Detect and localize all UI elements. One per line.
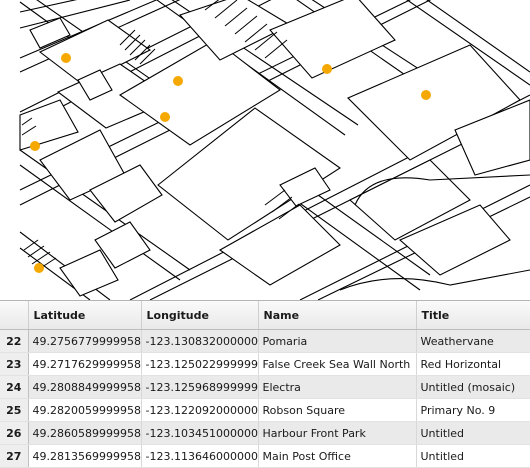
map-point[interactable]: [173, 76, 183, 86]
name-cell[interactable]: Main Post Office: [258, 444, 417, 468]
title-cell[interactable]: Weathervane: [416, 329, 530, 353]
title-cell[interactable]: Untitled: [416, 444, 530, 468]
latitude-cell[interactable]: 49.286058999995866: [28, 421, 142, 445]
column-header-title[interactable]: Title: [416, 301, 530, 330]
column-header-latitude[interactable]: Latitude: [28, 301, 142, 330]
name-cell[interactable]: Electra: [258, 375, 417, 399]
longitude-cell[interactable]: -123.11364600000002: [141, 444, 259, 468]
latitude-cell[interactable]: 49.275677999995864: [28, 329, 142, 353]
table-header-row: Latitude Longitude Name Title: [0, 301, 530, 330]
map-canvas[interactable]: [0, 0, 530, 300]
map-point[interactable]: [61, 53, 71, 63]
table-row[interactable]: 26 49.286058999995866 -123.1034510000000…: [0, 421, 530, 445]
longitude-cell[interactable]: -123.10345100000001: [141, 421, 259, 445]
column-header-longitude[interactable]: Longitude: [141, 301, 259, 330]
row-number[interactable]: 27: [0, 444, 29, 468]
attribute-table: Latitude Longitude Name Title 22 49.2756…: [0, 301, 530, 468]
name-cell[interactable]: Pomaria: [258, 329, 417, 353]
latitude-cell[interactable]: 49.280884999995862: [28, 375, 142, 399]
name-cell[interactable]: Robson Square: [258, 398, 417, 422]
map-point[interactable]: [34, 263, 44, 273]
title-cell[interactable]: Red Horizontal: [416, 352, 530, 376]
latitude-cell[interactable]: 49.271762999995858: [28, 352, 142, 376]
longitude-cell[interactable]: -123.12502299999998: [141, 352, 259, 376]
title-cell[interactable]: Primary No. 9: [416, 398, 530, 422]
longitude-cell[interactable]: -123.13083200000001: [141, 329, 259, 353]
street-map: [19, 0, 530, 300]
table-row[interactable]: 23 49.271762999995858 -123.1250229999999…: [0, 352, 530, 376]
table-row[interactable]: 24 49.280884999995862 -123.1259689999999…: [0, 375, 530, 399]
longitude-cell[interactable]: -123.12596899999998: [141, 375, 259, 399]
attribute-table-panel: Latitude Longitude Name Title 22 49.2756…: [0, 300, 530, 468]
row-number[interactable]: 25: [0, 398, 29, 422]
row-number-header[interactable]: [0, 301, 29, 330]
map-point[interactable]: [160, 112, 170, 122]
map-point[interactable]: [421, 90, 431, 100]
row-number[interactable]: 22: [0, 329, 29, 353]
title-cell[interactable]: Untitled (mosaic): [416, 375, 530, 399]
table-row[interactable]: 22 49.275677999995864 -123.1308320000000…: [0, 329, 530, 353]
name-cell[interactable]: False Creek Sea Wall North: [258, 352, 417, 376]
latitude-cell[interactable]: 49.281356999995864: [28, 444, 142, 468]
row-number[interactable]: 23: [0, 352, 29, 376]
column-header-name[interactable]: Name: [258, 301, 417, 330]
table-row[interactable]: 25 49.282005999995874 -123.1220920000000…: [0, 398, 530, 422]
row-number[interactable]: 26: [0, 421, 29, 445]
latitude-cell[interactable]: 49.282005999995874: [28, 398, 142, 422]
table-row[interactable]: 27 49.281356999995864 -123.1136460000000…: [0, 444, 530, 468]
name-cell[interactable]: Harbour Front Park: [258, 421, 417, 445]
map-point[interactable]: [30, 141, 40, 151]
longitude-cell[interactable]: -123.12209200000001: [141, 398, 259, 422]
title-cell[interactable]: Untitled: [416, 421, 530, 445]
row-number[interactable]: 24: [0, 375, 29, 399]
map-point[interactable]: [322, 64, 332, 74]
street-map-roads: [19, 0, 530, 300]
